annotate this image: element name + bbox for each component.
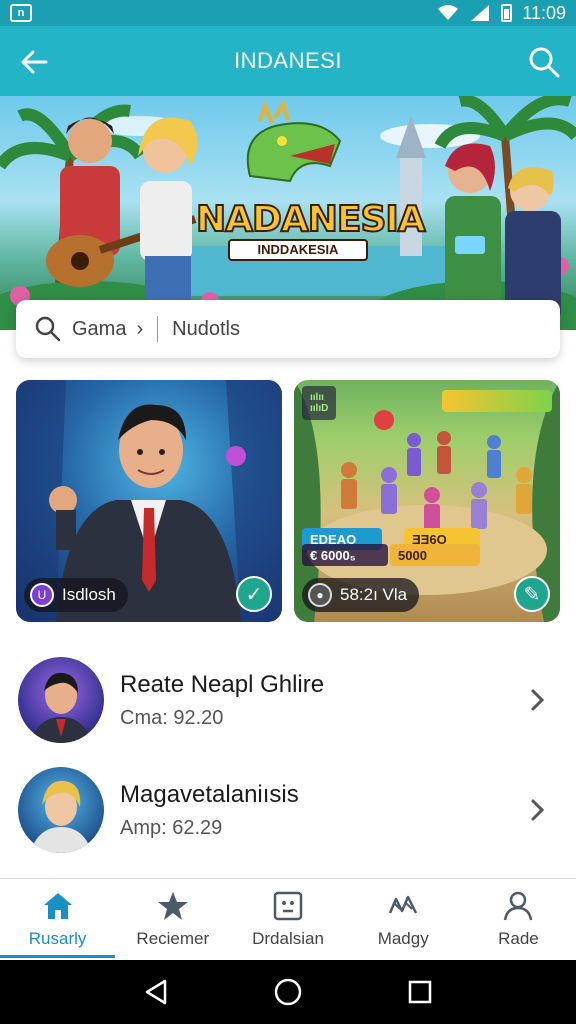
nav-label: Rade [498,928,539,948]
nav-item-magic[interactable]: Madgy [346,879,461,958]
nav-label: Drdalsian [252,928,324,948]
back-triangle-icon[interactable] [141,977,171,1007]
badge-icon: U [30,583,54,607]
hud-top-right [442,390,552,412]
signal-icon [471,5,490,21]
hud-value-bottom: 5000 [390,544,480,566]
check-icon[interactable]: ✓ [236,576,272,612]
avatar [18,767,104,853]
wifi-icon [438,5,459,20]
system-nav [0,960,576,1024]
app-bar: INDANESI [0,26,576,96]
hud-level-label: ıılıı [310,392,324,403]
arrow-left-icon[interactable] [16,44,52,80]
search-input[interactable]: Gama › Nudotls [16,300,560,358]
edit-icon[interactable]: ✎ [514,576,550,612]
badge-icon: ● [308,583,332,607]
nav-item-recommended[interactable]: Reciemer [115,879,230,958]
card-1-badge: U Isdlosh [24,578,128,612]
chevron-right-icon: › [136,317,144,340]
list-item-title: Magavetalaniısis [120,780,299,808]
search-icon[interactable] [526,44,562,80]
recents-square-icon[interactable] [405,977,435,1007]
card-2-label: 58:2ı Vla [340,585,408,604]
card-1-label: Isdlosh [62,585,116,604]
graph-icon [389,895,418,914]
list-item[interactable]: Magavetalaniısis Amp: 62.29 [0,760,576,860]
list-item[interactable]: Reate Neapl Ghlire Cma: 92.20 [0,650,576,750]
app-notification-icon: n [10,4,32,22]
list-item-text: Magavetalaniısis Amp: 62.29 [120,781,528,840]
nav-item-details[interactable]: Drdalsian [230,879,345,958]
search-query[interactable]: Nudotls [172,318,240,341]
search-divider [157,316,159,342]
battery-icon [501,4,513,22]
list-item-subtitle: Amp: 62.29 [120,816,223,839]
list-item-subtitle: Cma: 92.20 [120,706,224,729]
home-icon [43,892,72,919]
page-title: INDANESI [234,48,342,73]
featured-card-1[interactable]: U Isdlosh ✓ [16,380,282,622]
list-item-title: Reate Neapl Ghlire [120,670,325,698]
card-2-badge: ● 58:2ı Vla [302,578,420,612]
chevron-right-icon[interactable] [528,795,548,825]
nav-label: Reciemer [136,928,210,948]
status-time: 11:09 [522,2,566,23]
star-icon [157,891,188,920]
nav-label: Madgy [377,928,429,948]
hero-banner[interactable]: NADANESIA INDDAKESIA [0,96,576,330]
list-item-text: Reate Neapl Ghlire Cma: 92.20 [120,671,528,730]
hero-title: NADANESIA [195,199,427,241]
user-icon [504,891,533,920]
status-bar: n 11:09 [0,0,576,26]
bottom-nav: Rusarly Reciemer Drdalsian Madgy Rade [0,878,576,958]
nav-item-profile[interactable]: Rade [461,879,576,958]
face-box-icon [273,891,303,920]
featured-card-2[interactable]: ıılıı ıılıD EDEAO € 6000₅ ƎƎ6O 5000 ● 58… [294,380,560,622]
hud-level-sub: ıılıD [310,403,329,414]
hud-value-left: € 6000₅ [302,544,388,566]
status-icons: 11:09 [437,3,566,24]
search-icon [35,316,61,342]
nav-label: Rusarly [28,928,87,948]
search-category[interactable]: Gama [72,318,126,341]
hero-subtitle: INDDAKESIA [228,239,368,261]
hud-top-left: ıılıı ıılıD [302,386,337,420]
chevron-right-icon[interactable] [528,685,548,715]
avatar [18,657,104,743]
nav-item-home[interactable]: Rusarly [0,879,116,958]
home-circle-icon[interactable] [273,977,303,1007]
